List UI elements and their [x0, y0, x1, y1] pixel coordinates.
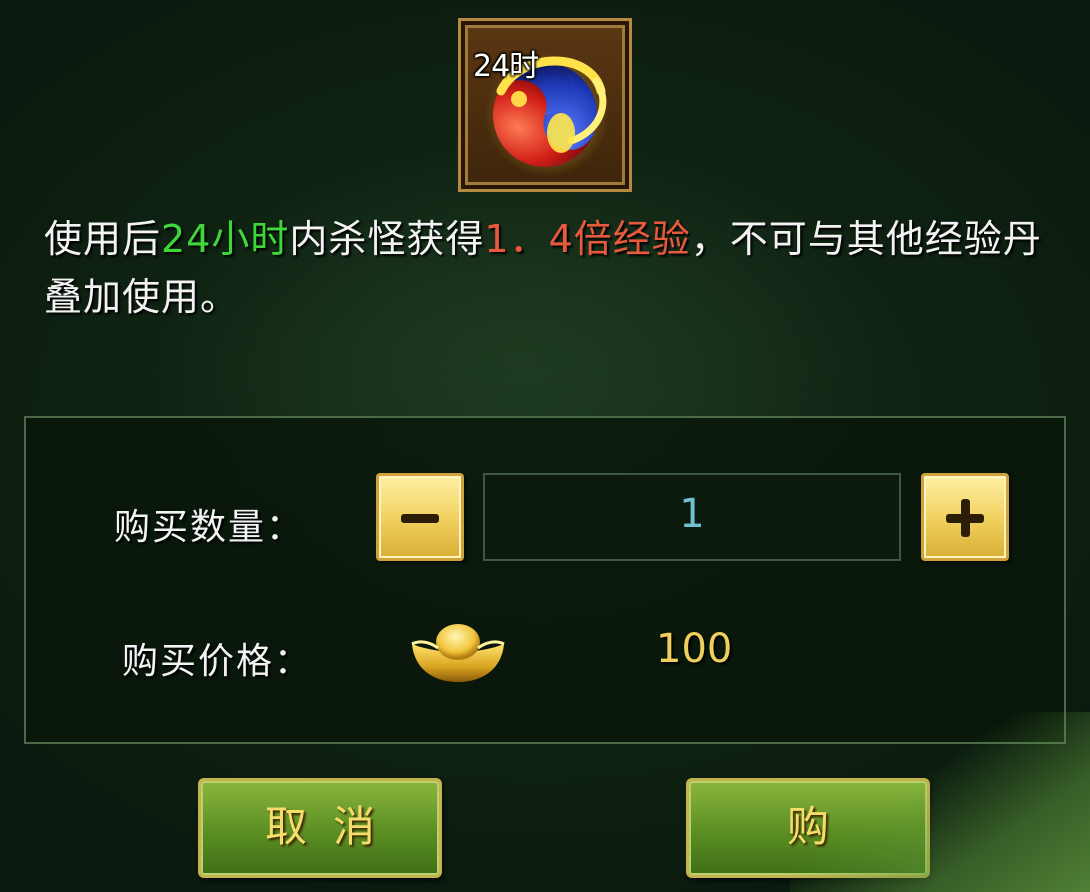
- description-text: 使用后: [44, 217, 162, 261]
- decrease-quantity-button[interactable]: [376, 473, 464, 561]
- buy-button[interactable]: 购: [686, 778, 930, 878]
- description-duration-highlight: 24小时: [161, 217, 290, 261]
- quantity-label: 购买数量：: [114, 507, 305, 548]
- gold-ingot-icon: [411, 624, 505, 682]
- minus-icon: [401, 514, 439, 523]
- description-multiplier-highlight: 1．4倍经验: [484, 217, 691, 261]
- plus-icon-vertical: [961, 499, 970, 537]
- price-label: 购买价格：: [122, 641, 313, 682]
- price-value: 100: [656, 626, 733, 672]
- item-description: 使用后24小时内杀怪获得1．4倍经验，不可与其他经验丹叠加使用。: [44, 210, 1054, 326]
- description-text: 内杀怪获得: [289, 217, 485, 261]
- cancel-button[interactable]: 取消: [198, 778, 442, 878]
- item-icon-frame: 24时: [458, 18, 632, 192]
- purchase-panel: 购买数量： 1 购买价格： 100: [24, 416, 1066, 744]
- item-duration-badge: 24时: [473, 49, 539, 84]
- quantity-input[interactable]: 1: [483, 473, 901, 561]
- increase-quantity-button[interactable]: [921, 473, 1009, 561]
